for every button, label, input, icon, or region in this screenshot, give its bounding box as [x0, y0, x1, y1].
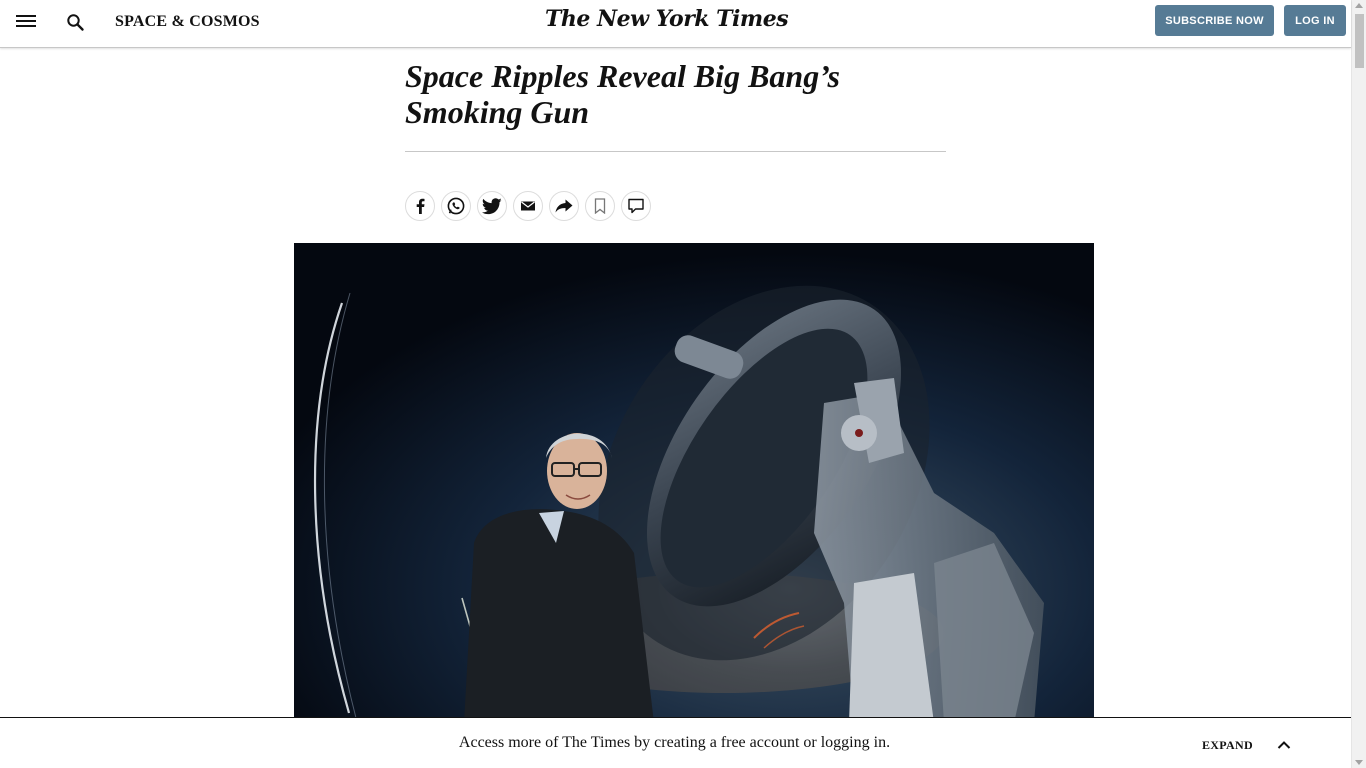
registration-message: Access more of The Times by creating a f…: [0, 734, 1351, 752]
facebook-icon[interactable]: [405, 191, 435, 221]
expand-button[interactable]: EXPAND: [1202, 738, 1253, 753]
article-headline: Space Ripples Reveal Big Bang’s Smoking …: [405, 58, 840, 130]
login-button[interactable]: LOG IN: [1284, 5, 1346, 36]
registration-banner: Access more of The Times by creating a f…: [0, 717, 1351, 768]
page-scrollbar[interactable]: [1351, 0, 1366, 768]
search-icon[interactable]: [66, 13, 86, 33]
twitter-icon[interactable]: [477, 191, 507, 221]
section-label[interactable]: SPACE & COSMOS: [115, 13, 260, 31]
subscribe-button[interactable]: SUBSCRIBE NOW: [1155, 5, 1274, 36]
email-icon[interactable]: [513, 191, 543, 221]
share-icon[interactable]: [549, 191, 579, 221]
whatsapp-icon[interactable]: [441, 191, 471, 221]
share-toolbar: [405, 191, 651, 221]
bookmark-icon[interactable]: [585, 191, 615, 221]
comment-icon[interactable]: [621, 191, 651, 221]
hamburger-menu-icon[interactable]: [16, 15, 36, 31]
registration-message-text: Access more of The Times by creating a f…: [458, 734, 891, 751]
scroll-down-arrow-icon[interactable]: [1355, 760, 1363, 765]
site-header: SPACE & COSMOS The New York Times SUBSCR…: [0, 0, 1351, 48]
chevron-up-icon[interactable]: [1276, 738, 1292, 750]
nyt-logo[interactable]: The New York Times: [545, 6, 789, 32]
headline-divider: [405, 151, 946, 152]
article-hero-image: [294, 243, 1094, 723]
scroll-up-arrow-icon[interactable]: [1355, 3, 1363, 8]
scroll-thumb[interactable]: [1355, 14, 1364, 68]
